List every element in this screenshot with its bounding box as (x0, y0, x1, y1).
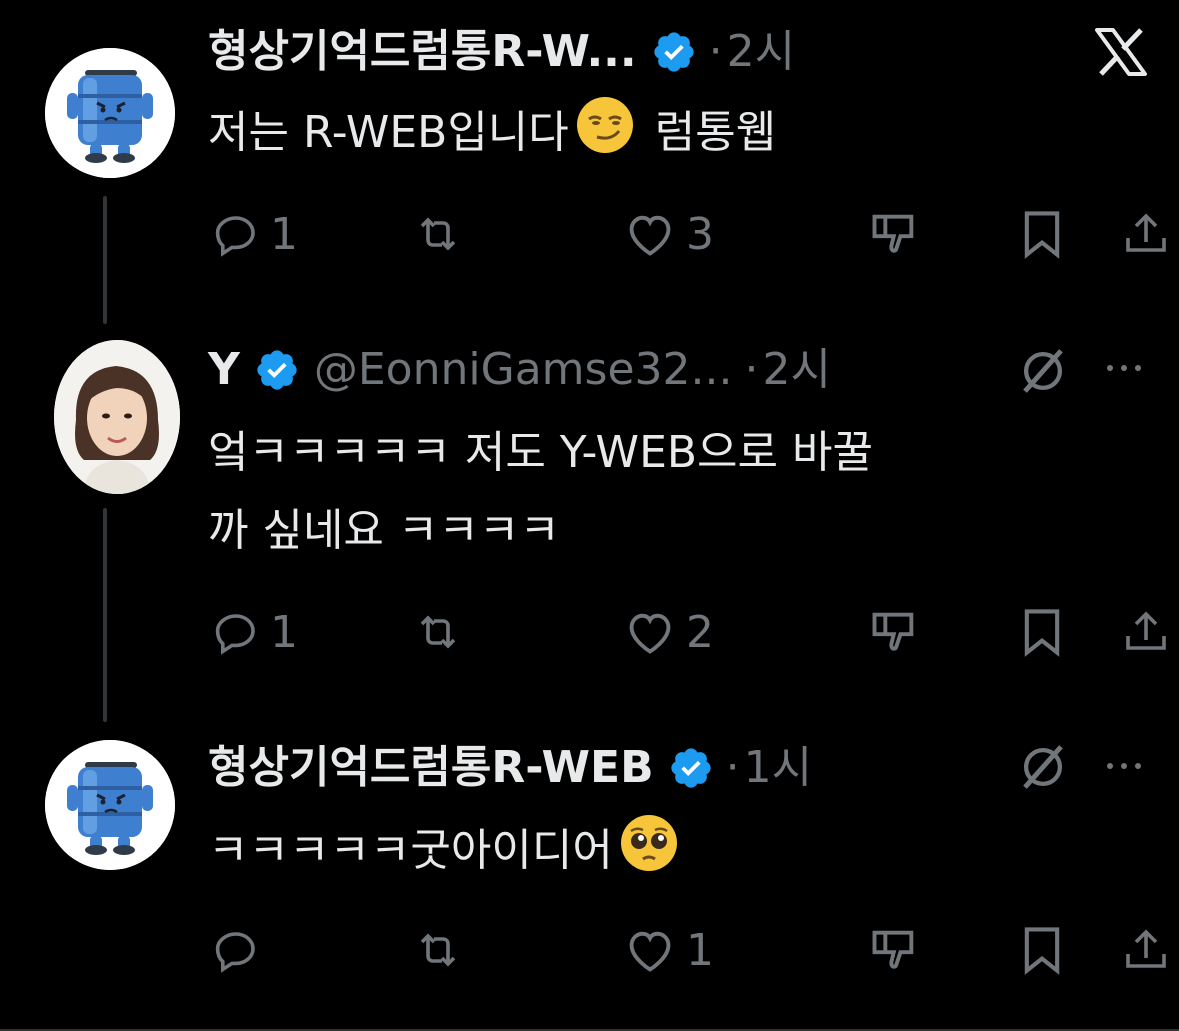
like-count: 1 (686, 924, 714, 976)
separator-dot: · (708, 26, 723, 77)
separator-dot: · (744, 344, 759, 395)
reply-button[interactable]: 1 (212, 204, 298, 264)
pleading-face-icon (619, 813, 679, 898)
share-button[interactable] (1122, 920, 1170, 980)
display-name[interactable]: 형상기억드럼통R-WEB (208, 746, 654, 790)
bookmark-icon (1024, 927, 1060, 975)
downvote-button[interactable] (868, 920, 920, 980)
like-button[interactable]: 3 (624, 204, 714, 264)
timestamp[interactable]: 1시 (744, 746, 812, 790)
share-icon (1126, 213, 1166, 252)
grok-icon[interactable] (1016, 740, 1070, 798)
retweet-icon (420, 933, 456, 967)
tweet-text-part: 럼통웹 (640, 107, 777, 158)
thumbs-down-icon (872, 214, 914, 253)
like-count: 2 (686, 606, 714, 658)
action-bar: 1 3 (212, 204, 1174, 264)
tweet-text-line: 엌ㅋㅋㅋㅋㅋ 저도 Y-WEB으로 바꿀 (208, 427, 873, 478)
action-bar: 1 (212, 920, 1174, 980)
downvote-button[interactable] (868, 602, 920, 662)
share-icon (1126, 929, 1166, 968)
timestamp[interactable]: 2시 (727, 30, 795, 74)
reply-button[interactable] (212, 920, 270, 980)
reply-button[interactable]: 1 (212, 602, 298, 662)
tweet-header: Y @EonniGamse32... · 2시 (208, 342, 831, 398)
reply-icon (215, 216, 255, 257)
timestamp[interactable]: 2시 (762, 348, 830, 392)
avatar[interactable] (45, 48, 175, 178)
heart-icon (629, 931, 671, 972)
share-button[interactable] (1122, 204, 1170, 264)
grok-icon[interactable] (1016, 344, 1070, 402)
verified-badge-icon (254, 347, 300, 393)
tweet-header: 형상기억드럼통R-W... · 2시 (208, 24, 795, 80)
avatar[interactable] (54, 340, 180, 494)
verified-badge-icon (651, 29, 697, 75)
heart-icon (629, 215, 671, 256)
tweet-text-line: 까 싶네요 ㅋㅋㅋㅋ (208, 505, 560, 556)
thread-connector (103, 196, 107, 324)
like-button[interactable]: 1 (624, 920, 714, 980)
tweet-text-part: ㅋㅋㅋㅋㅋ굿아이디어 (208, 825, 613, 876)
bookmark-button[interactable] (1020, 920, 1064, 980)
reply-count: 1 (270, 606, 298, 658)
thread-connector (103, 508, 107, 722)
bookmark-button[interactable] (1020, 204, 1064, 264)
smirking-face-icon (575, 95, 635, 180)
tweet-header: 형상기억드럼통R-WEB · 1시 (208, 740, 812, 796)
thumbs-down-icon (872, 930, 914, 969)
thumbs-down-icon (872, 612, 914, 651)
share-icon (1126, 611, 1166, 650)
heart-icon (629, 613, 671, 654)
reply-count: 1 (270, 208, 298, 260)
close-icon[interactable] (1093, 28, 1149, 76)
tweet-text: 엌ㅋㅋㅋㅋㅋ 저도 Y-WEB으로 바꿀 까 싶네요 ㅋㅋㅋㅋ (208, 414, 873, 570)
verified-badge-icon (668, 745, 714, 791)
more-options-icon[interactable] (1104, 758, 1144, 778)
more-options-icon[interactable] (1104, 360, 1144, 380)
retweet-button[interactable] (412, 602, 464, 662)
like-button[interactable]: 2 (624, 602, 714, 662)
display-name[interactable]: Y (208, 348, 240, 392)
bookmark-icon (1024, 609, 1060, 657)
tweet-text: ㅋㅋㅋㅋㅋ굿아이디어 (208, 812, 685, 898)
retweet-button[interactable] (412, 920, 464, 980)
tweet-text: 저는 R-WEB입니다 럼통웹 (208, 94, 776, 180)
downvote-button[interactable] (868, 204, 920, 264)
action-bar: 1 2 (212, 602, 1174, 662)
user-handle[interactable]: @EonniGamse32... (314, 348, 733, 392)
retweet-icon (420, 615, 456, 649)
separator-dot: · (725, 742, 740, 793)
retweet-button[interactable] (412, 204, 464, 264)
reply-icon (215, 932, 255, 973)
like-count: 3 (686, 208, 714, 260)
bookmark-icon (1024, 211, 1060, 259)
share-button[interactable] (1122, 602, 1170, 662)
reply-icon (215, 614, 255, 655)
display-name[interactable]: 형상기억드럼통R-W... (208, 30, 637, 74)
avatar[interactable] (45, 740, 175, 870)
tweet-text-part: 저는 R-WEB입니다 (208, 107, 569, 158)
bookmark-button[interactable] (1020, 602, 1064, 662)
retweet-icon (420, 217, 456, 251)
